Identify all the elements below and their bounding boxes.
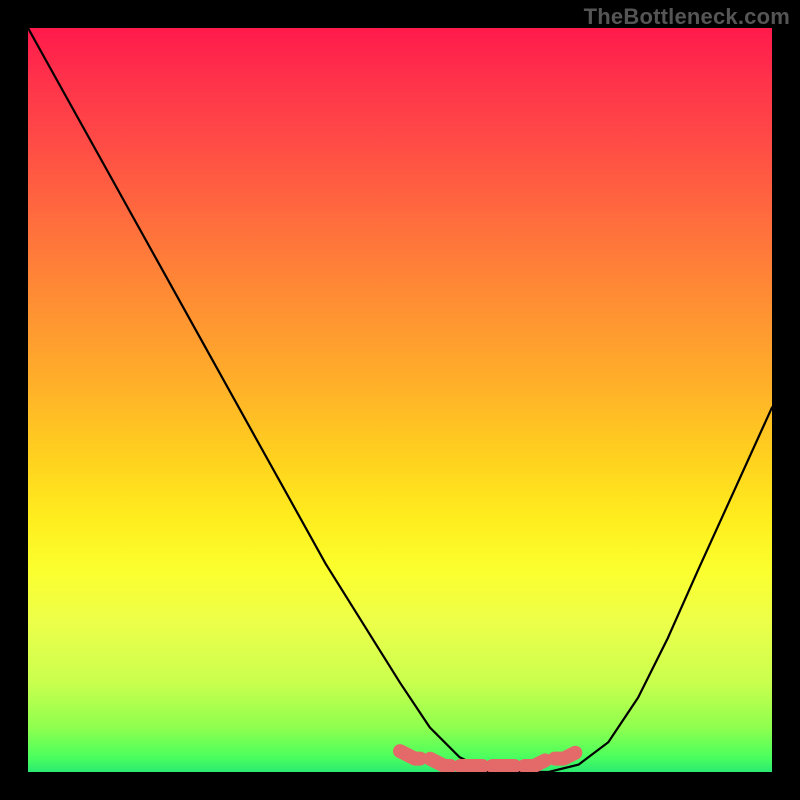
marker-path xyxy=(400,751,579,766)
curve-path xyxy=(28,28,772,772)
chart-svg xyxy=(28,28,772,772)
watermark-text: TheBottleneck.com xyxy=(584,4,790,30)
chart-frame: TheBottleneck.com xyxy=(0,0,800,800)
chart-plot-area xyxy=(28,28,772,772)
